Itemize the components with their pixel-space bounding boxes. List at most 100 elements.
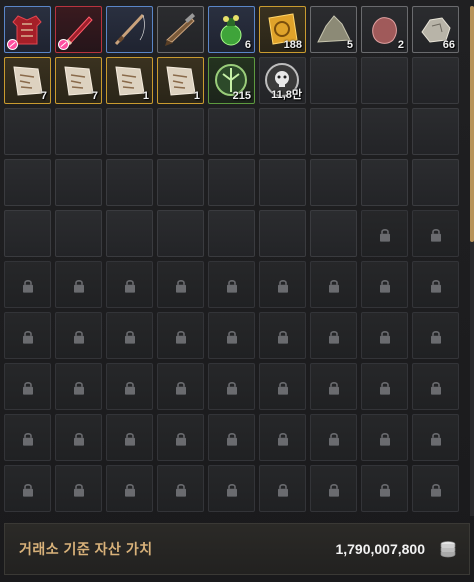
silver-ore-item[interactable]: 66 <box>412 6 459 53</box>
empty-slot[interactable] <box>412 57 459 104</box>
empty-slot[interactable] <box>208 159 255 206</box>
locked-slot[interactable] <box>55 363 102 410</box>
locked-slot[interactable] <box>310 363 357 410</box>
locked-slot[interactable] <box>259 465 306 512</box>
green-potion-item[interactable]: 6 <box>208 6 255 53</box>
locked-slot[interactable] <box>412 414 459 461</box>
locked-slot[interactable] <box>361 210 408 257</box>
empty-slot[interactable] <box>259 108 306 155</box>
locked-slot[interactable] <box>157 312 204 359</box>
empty-slot[interactable] <box>412 108 459 155</box>
empty-slot[interactable] <box>310 108 357 155</box>
gold-scroll-item[interactable]: 188 <box>259 6 306 53</box>
locked-slot[interactable] <box>208 312 255 359</box>
locked-slot[interactable] <box>310 465 357 512</box>
empty-slot[interactable] <box>55 108 102 155</box>
locked-slot[interactable] <box>259 414 306 461</box>
empty-slot[interactable] <box>157 159 204 206</box>
musket-item[interactable] <box>157 6 204 53</box>
locked-slot[interactable] <box>55 465 102 512</box>
locked-slot[interactable] <box>106 261 153 308</box>
locked-slot[interactable] <box>157 261 204 308</box>
locked-slot[interactable] <box>106 465 153 512</box>
empty-slot[interactable] <box>106 108 153 155</box>
restricted-icon <box>7 39 18 50</box>
empty-slot[interactable] <box>4 108 51 155</box>
inventory-grid: 6 188 5 2 66 7 7 1 1 215 11,8만 <box>4 6 459 512</box>
locked-slot[interactable] <box>361 261 408 308</box>
map-paper-item-4[interactable]: 1 <box>157 57 204 104</box>
locked-slot[interactable] <box>4 261 51 308</box>
inventory-scrollbar[interactable] <box>470 6 474 516</box>
locked-slot[interactable] <box>106 414 153 461</box>
locked-slot[interactable] <box>412 261 459 308</box>
empty-slot[interactable] <box>361 57 408 104</box>
red-blade-item[interactable] <box>55 6 102 53</box>
locked-slot[interactable] <box>208 261 255 308</box>
locked-slot[interactable] <box>106 312 153 359</box>
locked-slot[interactable] <box>208 414 255 461</box>
map-paper-item-1[interactable]: 7 <box>4 57 51 104</box>
empty-slot[interactable] <box>157 108 204 155</box>
empty-slot[interactable] <box>4 159 51 206</box>
locked-slot[interactable] <box>412 363 459 410</box>
locked-slot[interactable] <box>4 312 51 359</box>
locked-slot[interactable] <box>310 261 357 308</box>
fishing-rod-icon <box>110 10 149 49</box>
locked-slot[interactable] <box>157 363 204 410</box>
empty-slot[interactable] <box>55 210 102 257</box>
item-quantity: 6 <box>244 39 251 51</box>
map-paper-item-2[interactable]: 7 <box>55 57 102 104</box>
locked-slot[interactable] <box>412 465 459 512</box>
item-quantity: 7 <box>91 90 98 102</box>
locked-slot[interactable] <box>106 363 153 410</box>
empty-slot[interactable] <box>208 108 255 155</box>
green-emblem-item[interactable]: 215 <box>208 57 255 104</box>
empty-slot[interactable] <box>157 210 204 257</box>
locked-slot[interactable] <box>157 414 204 461</box>
locked-slot[interactable] <box>310 312 357 359</box>
fishing-rod-item[interactable] <box>106 6 153 53</box>
empty-slot[interactable] <box>55 159 102 206</box>
empty-slot[interactable] <box>310 57 357 104</box>
red-ore-item[interactable]: 2 <box>361 6 408 53</box>
locked-slot[interactable] <box>412 312 459 359</box>
empty-slot[interactable] <box>106 210 153 257</box>
scroll-thumb[interactable] <box>470 6 474 242</box>
locked-slot[interactable] <box>4 414 51 461</box>
empty-slot[interactable] <box>361 108 408 155</box>
empty-slot[interactable] <box>412 159 459 206</box>
empty-slot[interactable] <box>259 159 306 206</box>
empty-slot[interactable] <box>4 210 51 257</box>
empty-slot[interactable] <box>310 210 357 257</box>
stone-shard-item[interactable]: 5 <box>310 6 357 53</box>
empty-slot[interactable] <box>259 210 306 257</box>
locked-slot[interactable] <box>259 363 306 410</box>
skull-coin-item[interactable]: 11,8만 <box>259 57 306 104</box>
locked-slot[interactable] <box>208 465 255 512</box>
locked-slot[interactable] <box>157 465 204 512</box>
locked-slot[interactable] <box>4 465 51 512</box>
locked-slot[interactable] <box>208 363 255 410</box>
locked-slot[interactable] <box>55 261 102 308</box>
item-quantity: 215 <box>232 90 251 102</box>
locked-slot[interactable] <box>361 465 408 512</box>
locked-slot[interactable] <box>4 363 51 410</box>
locked-slot[interactable] <box>55 312 102 359</box>
empty-slot[interactable] <box>208 210 255 257</box>
empty-slot[interactable] <box>310 159 357 206</box>
locked-slot[interactable] <box>310 414 357 461</box>
red-armor-item[interactable] <box>4 6 51 53</box>
locked-slot[interactable] <box>259 312 306 359</box>
item-quantity: 11,8만 <box>271 89 302 101</box>
locked-slot[interactable] <box>361 312 408 359</box>
locked-slot[interactable] <box>361 414 408 461</box>
locked-slot[interactable] <box>259 261 306 308</box>
empty-slot[interactable] <box>106 159 153 206</box>
locked-slot[interactable] <box>412 210 459 257</box>
item-quantity: 7 <box>40 90 47 102</box>
empty-slot[interactable] <box>361 159 408 206</box>
locked-slot[interactable] <box>55 414 102 461</box>
map-paper-item-3[interactable]: 1 <box>106 57 153 104</box>
locked-slot[interactable] <box>361 363 408 410</box>
